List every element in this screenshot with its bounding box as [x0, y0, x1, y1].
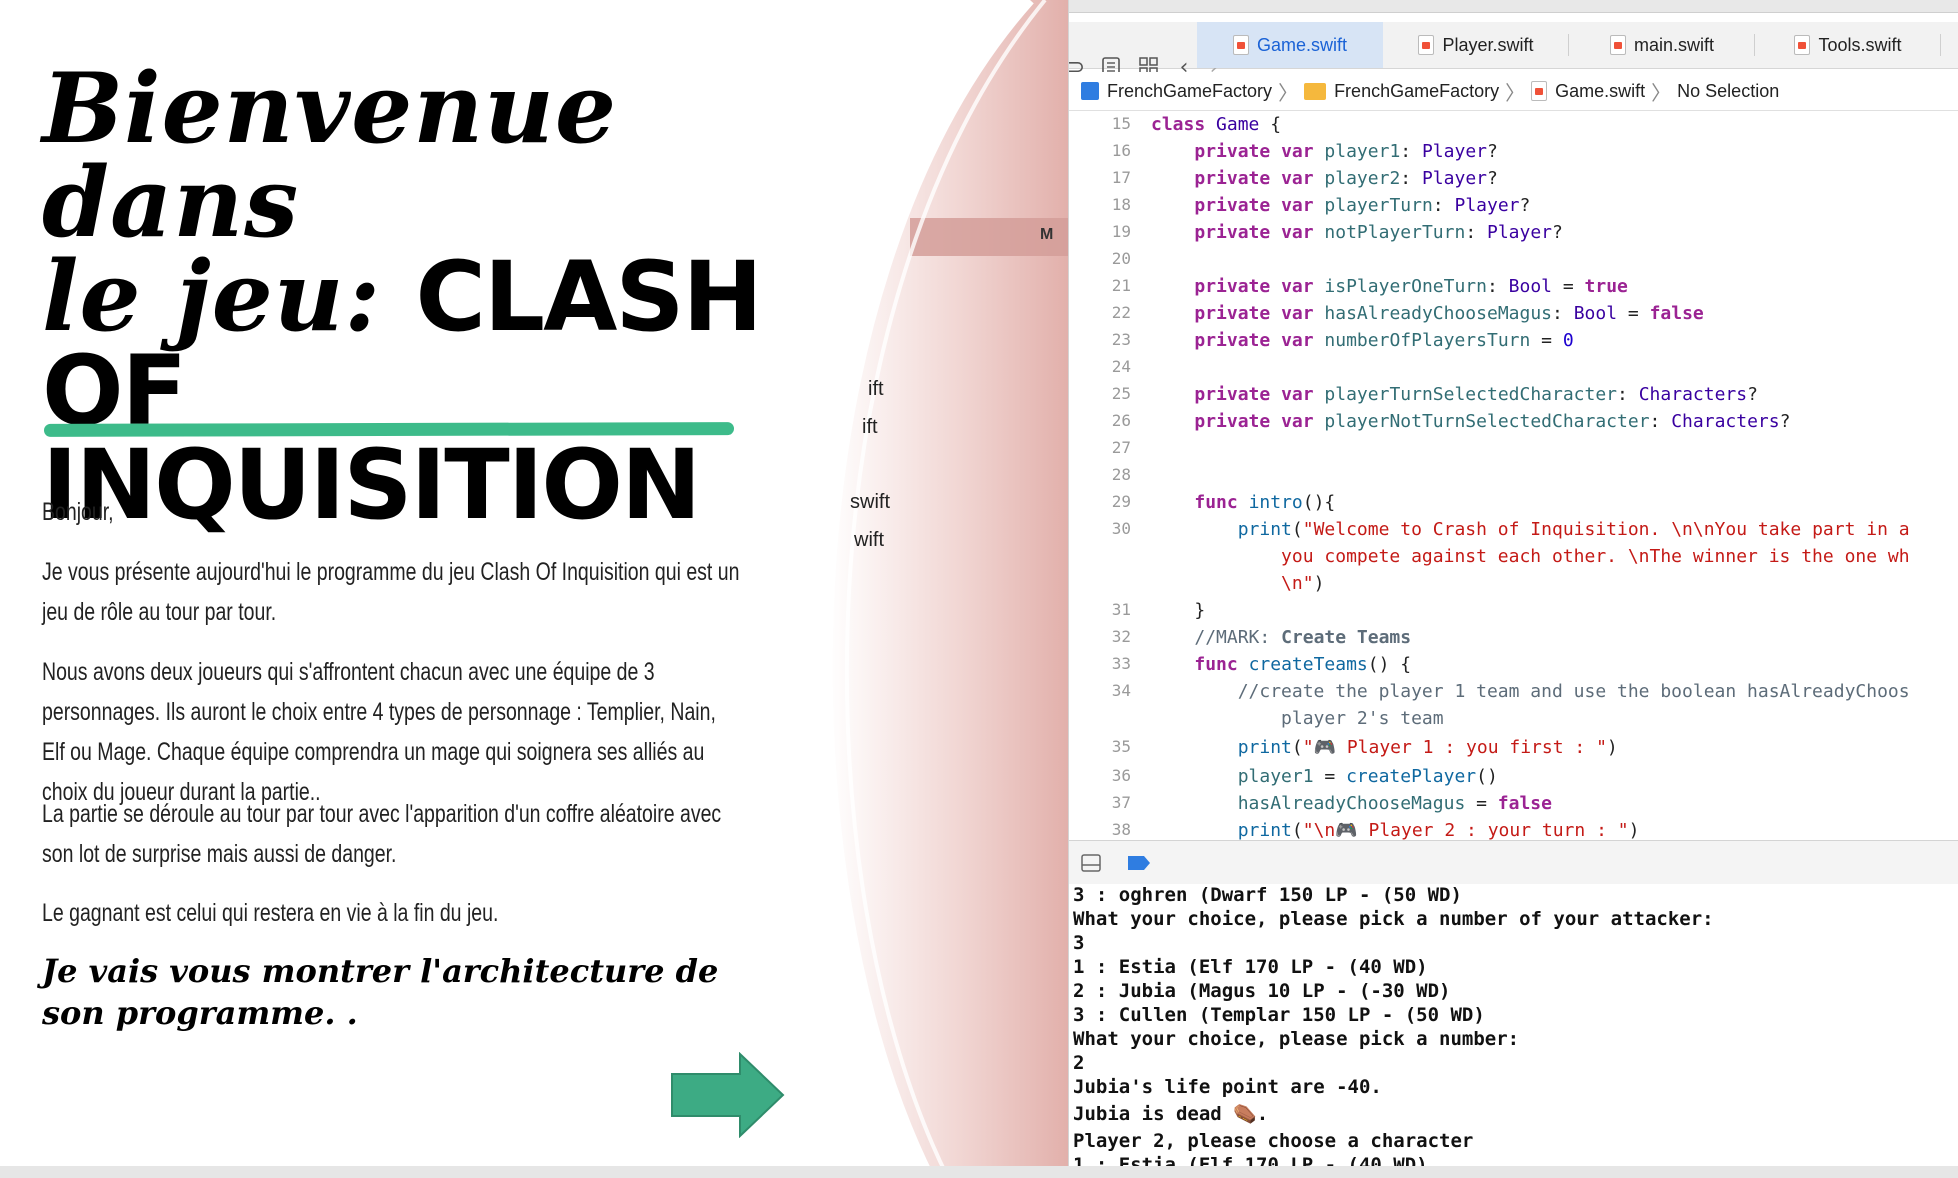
- swift-file-icon: [1232, 35, 1249, 55]
- console-line: What your choice, please pick a number o…: [1073, 908, 1714, 930]
- swift-file-icon: [1531, 81, 1548, 101]
- breakpoint-icon[interactable]: [1127, 855, 1151, 871]
- nav-item[interactable]: swift: [850, 491, 890, 514]
- console-line: 2 : Jubia (Magus 10 LP - (-30 WD): [1073, 980, 1451, 1002]
- xcode-project-icon: [1081, 82, 1099, 100]
- console-line: 1 : Estia (Elf 170 LP - (40 WD): [1073, 956, 1428, 978]
- debug-toolbar: [1069, 840, 1958, 886]
- console-line: 3 : oghren (Dwarf 150 LP - (50 WD): [1073, 884, 1462, 906]
- bottom-edge: [0, 1166, 1958, 1178]
- console-output[interactable]: 3 : oghren (Dwarf 150 LP - (50 WD) What …: [1069, 884, 1958, 1178]
- swift-file-icon: [1418, 35, 1435, 55]
- chevron-right-icon: 〉: [1505, 82, 1526, 105]
- modified-badge: M: [1040, 226, 1054, 243]
- console-line: What your choice, please pick a number:: [1073, 1028, 1520, 1050]
- console-line: 2: [1073, 1052, 1085, 1074]
- chevron-right-icon: 〉: [1278, 82, 1299, 105]
- breadcrumb-project[interactable]: FrenchGameFactory: [1069, 81, 1272, 102]
- window-titlebar: [1069, 0, 1958, 13]
- tab-main-swift[interactable]: main.swift: [1569, 22, 1755, 68]
- console-line: Jubia is dead ⚰️.: [1073, 1103, 1269, 1125]
- swift-file-icon: [1609, 35, 1626, 55]
- tab-tools-swift[interactable]: Tools.swift: [1755, 22, 1941, 68]
- tab-label: main.swift: [1633, 34, 1714, 55]
- nav-item[interactable]: ift: [862, 416, 878, 439]
- tab-player-swift[interactable]: Player.swift: [1383, 22, 1569, 68]
- console-line: Player 2, please choose a character: [1073, 1130, 1474, 1152]
- tab-label: Player.swift: [1442, 34, 1534, 55]
- chevron-right-icon: 〉: [1651, 82, 1672, 105]
- console-line: Jubia's life point are -40.: [1073, 1076, 1382, 1098]
- console-line: 3 : Cullen (Templar 150 LP - (50 WD): [1073, 1004, 1485, 1026]
- tab-label: Tools.swift: [1818, 34, 1902, 55]
- breadcrumb-file[interactable]: Game.swift: [1531, 81, 1645, 102]
- console-line: 3: [1073, 932, 1085, 954]
- tab-game-swift[interactable]: Game.swift: [1197, 22, 1383, 68]
- tab-label: Game.swift: [1256, 34, 1348, 55]
- jump-bar: FrenchGameFactory 〉 FrenchGameFactory 〉 …: [1069, 72, 1958, 111]
- breadcrumb-selection[interactable]: No Selection: [1677, 81, 1779, 102]
- file-navigator-partial: ift ift swift wift: [848, 0, 1068, 1178]
- code-editor[interactable]: 15 class Game { 16 private var player1: P…: [1069, 112, 1958, 840]
- nav-item[interactable]: wift: [854, 529, 884, 552]
- hide-debug-area-icon[interactable]: [1081, 854, 1101, 872]
- swift-file-icon: [1794, 35, 1811, 55]
- editor-tab-bar: ⊃ ‹ › Game.swift Player.swift main.swift…: [1069, 22, 1958, 80]
- breadcrumb-folder[interactable]: FrenchGameFactory: [1304, 81, 1499, 102]
- nav-item[interactable]: ift: [868, 378, 884, 401]
- folder-icon: [1304, 82, 1327, 100]
- xcode-window: ⊃ ‹ › Game.swift Player.swift main.swift…: [1068, 0, 1958, 1178]
